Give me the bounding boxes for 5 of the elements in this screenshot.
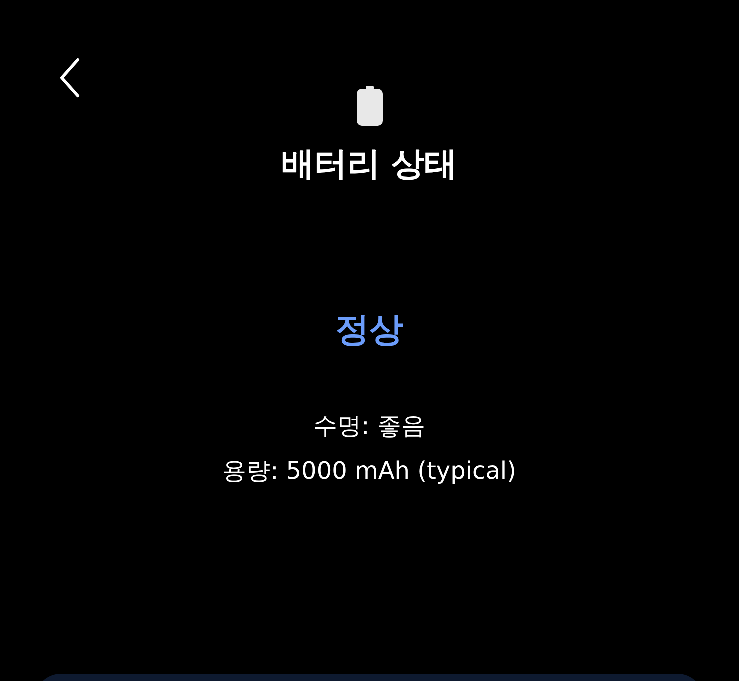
detail-text: 용량: 5000 mAh (typical) bbox=[222, 457, 516, 486]
detail-text: 수명: 좋음 bbox=[314, 412, 426, 442]
page-title: 배터리 상태 bbox=[281, 144, 458, 184]
battery-icon bbox=[356, 86, 382, 126]
status-text: 정상 bbox=[336, 310, 404, 350]
